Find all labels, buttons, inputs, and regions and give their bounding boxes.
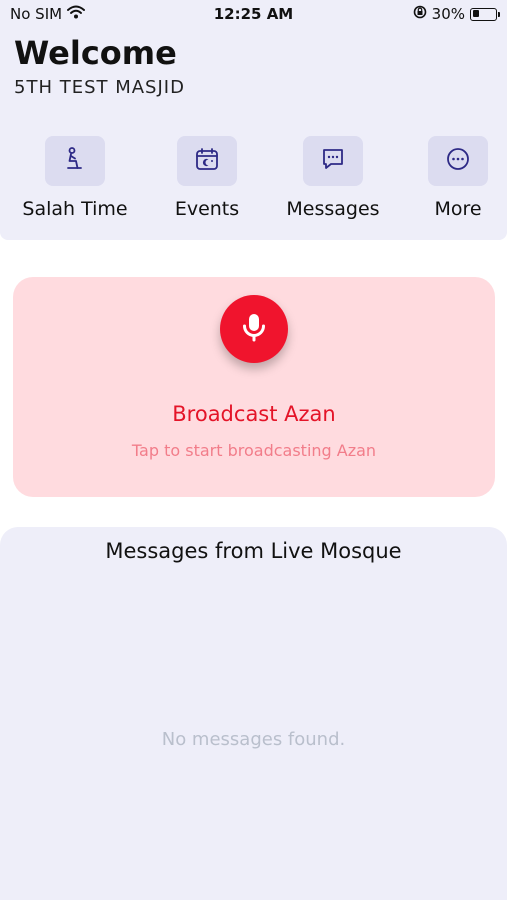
- messages-button[interactable]: Messages: [268, 136, 398, 220]
- battery-percent: 30%: [431, 5, 465, 23]
- messages-panel: Messages from Live Mosque No messages fo…: [0, 527, 507, 900]
- header-panel: Welcome 5TH TEST MASJID Salah Time Event…: [0, 30, 507, 240]
- status-bar: No SIM 12:25 AM 30%: [0, 0, 507, 30]
- microphone-icon: [237, 310, 271, 348]
- more-label: More: [434, 198, 482, 220]
- more-dots-icon: [445, 146, 471, 176]
- battery-fill: [472, 10, 479, 17]
- events-button[interactable]: Events: [142, 136, 272, 220]
- calendar-icon: [194, 146, 220, 176]
- broadcast-azan-card[interactable]: Broadcast Azan Tap to start broadcasting…: [13, 277, 495, 497]
- orientation-lock-icon: [413, 5, 427, 23]
- messages-tile[interactable]: [303, 136, 363, 186]
- events-tile[interactable]: [177, 136, 237, 186]
- messages-label: Messages: [286, 198, 380, 220]
- broadcast-mic-button[interactable]: [220, 295, 288, 363]
- broadcast-title: Broadcast Azan: [172, 402, 336, 426]
- salah-time-button[interactable]: Salah Time: [10, 136, 140, 220]
- prayer-person-icon: [62, 146, 88, 176]
- messages-empty-state: No messages found.: [161, 729, 346, 750]
- broadcast-subtitle: Tap to start broadcasting Azan: [131, 441, 377, 460]
- more-tile[interactable]: [428, 136, 488, 186]
- events-label: Events: [174, 198, 240, 220]
- page-title: Welcome: [14, 34, 177, 72]
- more-button[interactable]: More: [393, 136, 507, 220]
- messages-title: Messages from Live Mosque: [105, 539, 402, 563]
- salah-time-label: Salah Time: [22, 198, 128, 220]
- status-right: 30%: [413, 5, 500, 23]
- salah-time-tile[interactable]: [45, 136, 105, 186]
- battery-icon: [470, 7, 500, 21]
- masjid-name: 5TH TEST MASJID: [14, 77, 185, 98]
- chat-bubble-icon: [320, 146, 346, 176]
